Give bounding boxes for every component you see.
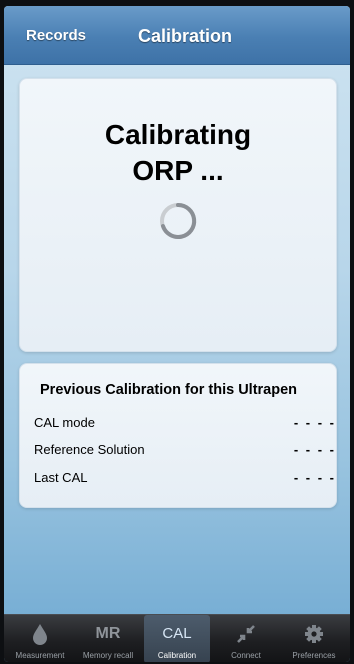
page-title: Calibration (138, 26, 233, 46)
last-cal-value: - - - - (293, 470, 336, 485)
navigation-bar: Records Calibration (4, 6, 350, 65)
tab-memory-recall-label: Memory recall (82, 651, 134, 660)
mr-icon: MR (95, 625, 121, 642)
tab-calibration[interactable]: CAL Calibration (144, 615, 210, 662)
cal-mode-row: CAL mode - - - - (20, 415, 336, 435)
reference-solution-row: Reference Solution - - - - (20, 442, 336, 462)
last-cal-row: Last CAL - - - - (20, 470, 336, 490)
reference-solution-value: - - - - (293, 442, 336, 457)
app-screen: Records Calibration Calibrating ORP ... … (4, 6, 350, 662)
cal-mode-label: CAL mode (34, 415, 95, 430)
tab-connect-label: Connect (231, 651, 261, 660)
calibration-status-panel: Calibrating ORP ... (19, 78, 337, 352)
cal-mode-value: - - - - (293, 415, 336, 430)
connect-arrows-icon (237, 625, 255, 643)
tab-preferences[interactable]: Preferences (281, 615, 347, 662)
status-line-1: Calibrating (104, 119, 252, 150)
tab-measurement-label: Measurement (15, 651, 65, 660)
last-cal-label: Last CAL (34, 470, 88, 485)
records-button[interactable]: Records (26, 27, 86, 44)
tab-preferences-label: Preferences (292, 651, 336, 660)
gear-icon (305, 625, 323, 643)
tab-calibration-label: Calibration (157, 651, 197, 660)
previous-calibration-title: Previous Calibration for this Ultrapen (40, 382, 298, 398)
status-line-2: ORP ... (132, 155, 224, 186)
reference-solution-label: Reference Solution (34, 442, 145, 457)
droplet-icon (33, 624, 47, 645)
tab-bar: Measurement MR Memory recall CAL Calibra… (4, 614, 350, 662)
previous-calibration-panel: Previous Calibration for this Ultrapen C… (19, 363, 337, 508)
tab-connect[interactable]: Connect (213, 615, 279, 662)
loading-spinner-icon (160, 202, 197, 239)
tab-memory-recall[interactable]: MR Memory recall (75, 615, 141, 662)
tab-measurement[interactable]: Measurement (7, 615, 73, 662)
cal-icon: CAL (162, 625, 192, 642)
